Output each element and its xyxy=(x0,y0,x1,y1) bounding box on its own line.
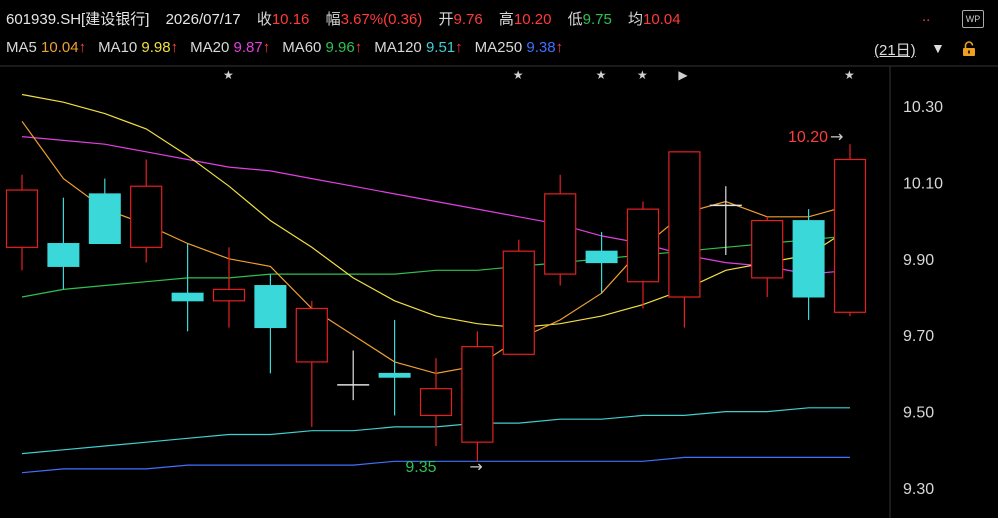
low-price-label: 9.35 xyxy=(405,459,436,476)
candle-body xyxy=(130,185,163,248)
candle-body xyxy=(461,346,494,443)
candle-body xyxy=(5,189,39,248)
y-tick-label: 10.30 xyxy=(903,99,943,116)
candle-body xyxy=(171,292,204,302)
y-tick-label: 9.70 xyxy=(903,328,934,345)
candle-body xyxy=(544,193,577,275)
event-marker-icon: ★ xyxy=(223,68,234,82)
y-tick-label: 9.90 xyxy=(903,252,934,269)
candle-body xyxy=(585,250,618,264)
candle-body xyxy=(88,193,121,245)
kline-chart[interactable]: 10.3010.109.909.709.509.30★ ★ ★ ★ ▶ ★10.20 →9.… xyxy=(0,0,998,518)
candle-body xyxy=(626,208,660,283)
y-tick-label: 10.10 xyxy=(903,175,943,192)
candle-body xyxy=(47,243,80,267)
event-marker-icon: ★ xyxy=(513,68,524,82)
event-marker-icon: ★ xyxy=(637,68,648,82)
candle-body xyxy=(668,151,701,298)
candle-body xyxy=(833,158,867,313)
y-tick-label: 9.30 xyxy=(903,481,934,498)
high-price-label: 10.20 xyxy=(788,129,828,146)
candle-body xyxy=(378,372,411,378)
right-arrow-icon: → xyxy=(469,457,482,476)
candle-body xyxy=(419,388,453,417)
event-marker-icon: ★ xyxy=(596,68,607,82)
candle-body xyxy=(254,285,287,329)
y-tick-label: 9.50 xyxy=(903,405,934,422)
candle-body xyxy=(295,307,328,363)
right-arrow-icon: → xyxy=(830,127,843,146)
candle-body xyxy=(502,250,535,355)
candle-body xyxy=(751,220,784,279)
event-marker-icon: ★ xyxy=(844,68,855,82)
candle-body xyxy=(212,288,246,302)
candle-body xyxy=(792,220,825,298)
event-marker-icon: ▶ xyxy=(678,68,688,82)
